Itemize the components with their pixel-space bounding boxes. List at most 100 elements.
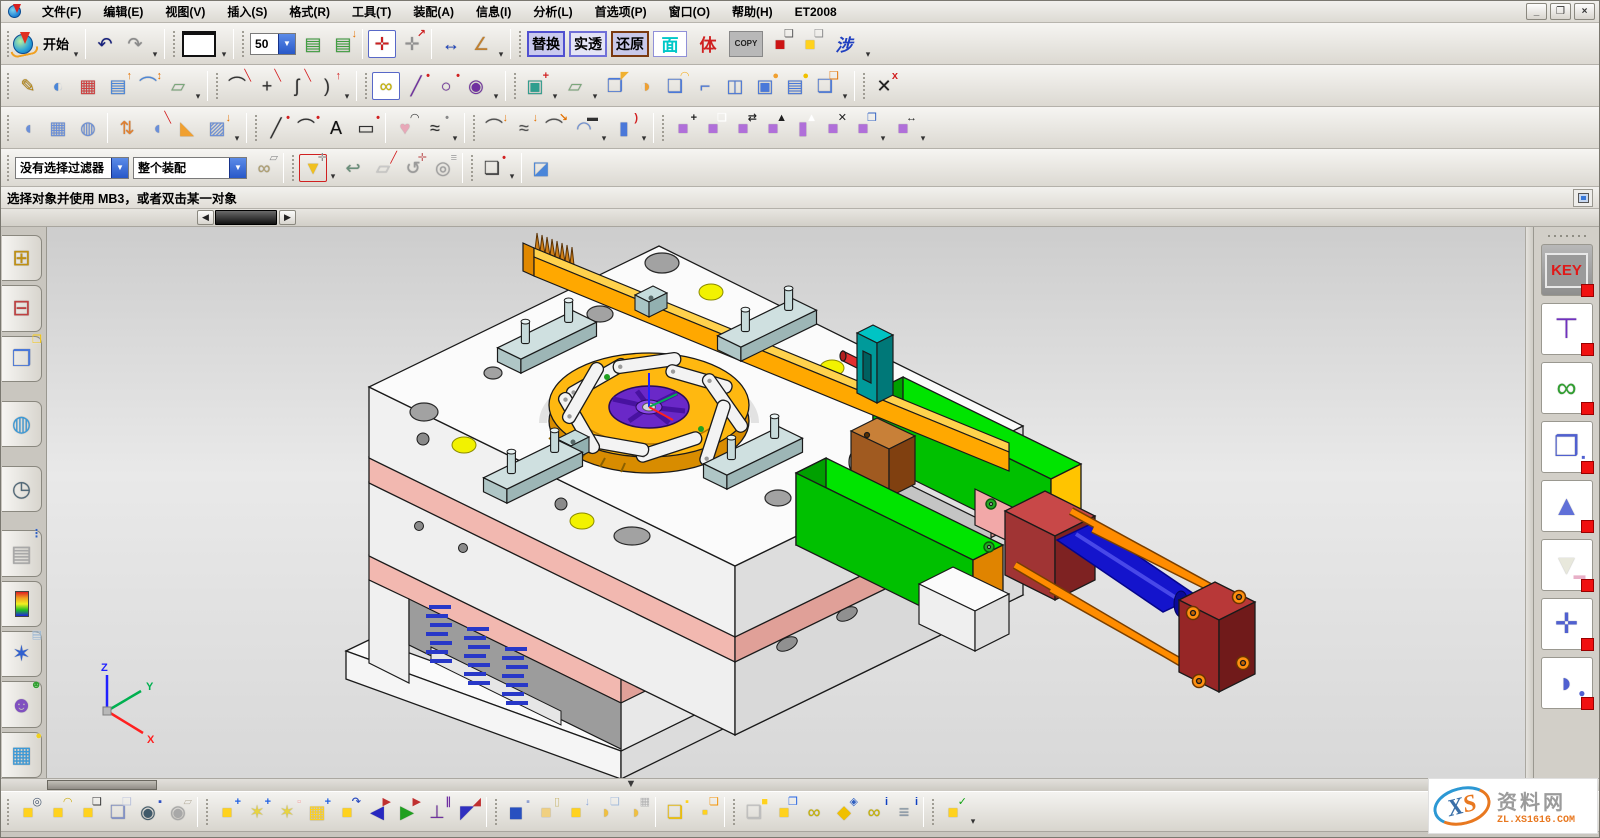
swept-surface-icon[interactable]: ◖ <box>14 114 42 142</box>
bracket-feature-icon[interactable]: ⌐ <box>691 72 719 100</box>
add-component-icon[interactable]: ■+ <box>213 798 241 826</box>
part-clamp-button[interactable]: ◗● <box>1541 657 1593 709</box>
plane-icon[interactable]: ▱ <box>561 72 589 100</box>
mesh-surface-icon[interactable]: ▦ <box>74 72 102 100</box>
restore-button[interactable]: ❐ <box>1550 3 1571 20</box>
eraser-icon[interactable]: ▱╱ <box>369 154 397 182</box>
toolbar-grip[interactable] <box>363 71 368 101</box>
menu-item-1[interactable]: 编辑(E) <box>92 5 154 19</box>
arrangements-icon[interactable]: ■✓ <box>939 798 967 826</box>
rectangle-icon[interactable]: ▭• <box>352 114 380 142</box>
mirror-body-icon[interactable]: ◐ <box>44 72 72 100</box>
toolbar-grip[interactable] <box>5 29 10 59</box>
measure-angle-icon[interactable]: ∠ <box>467 30 495 58</box>
section-surface-icon[interactable]: ◠▬ <box>570 114 598 142</box>
undo-crosshair-icon[interactable]: ↺✛ <box>399 154 427 182</box>
assembly-navigator-icon[interactable]: ⊞ <box>2 235 42 281</box>
toolbar-grip[interactable] <box>214 71 219 101</box>
replace-button[interactable]: 替换 <box>527 31 565 57</box>
feature-caret[interactable]: ▾ <box>840 91 850 106</box>
part-plunger-button[interactable]: ▼▬ <box>1541 539 1593 591</box>
sketch-icon[interactable]: ✎ <box>14 72 42 100</box>
menu-item-6[interactable]: 装配(A) <box>402 5 465 19</box>
project-curve-icon[interactable]: ⌒↓ <box>480 114 508 142</box>
surface-caret[interactable]: ▾ <box>232 133 242 148</box>
app-icon[interactable] <box>7 4 25 20</box>
assembly-constraints-icon[interactable]: ◀▶ <box>363 798 391 826</box>
menu-item-7[interactable]: 信息(I) <box>465 5 522 19</box>
spline-caret[interactable]: ▾ <box>450 133 460 148</box>
see-through-button[interactable]: 实透 <box>569 31 607 57</box>
arc-icon[interactable]: ⌒• <box>292 114 320 142</box>
body-button[interactable]: 体 <box>691 31 725 57</box>
derive-caret[interactable]: ▾ <box>599 133 609 148</box>
structure-info-icon[interactable]: ≡i <box>890 798 918 826</box>
show-constraints-icon[interactable]: ▶▶ <box>393 798 421 826</box>
curve-caret[interactable]: ▾ <box>491 91 501 106</box>
open-component-icon[interactable]: ■◠ <box>44 798 72 826</box>
clip-section-icon[interactable]: ◪ <box>527 154 555 182</box>
toolbar-grip[interactable] <box>469 153 474 183</box>
sequence-icon[interactable]: ■↓ <box>562 798 590 826</box>
save-assembly-icon[interactable]: ◼▪ <box>502 798 530 826</box>
toolbar-grip[interactable] <box>731 797 736 827</box>
curve-s-icon[interactable]: ʃ╲ <box>283 72 311 100</box>
cylinder-end-plate[interactable] <box>1179 582 1255 692</box>
menu-item-5[interactable]: 工具(T) <box>341 5 402 19</box>
rollback-icon[interactable]: ↩ <box>339 154 367 182</box>
system-palette-icon[interactable]: ▤⋮ <box>2 530 42 576</box>
snapshot-disabled-icon[interactable]: ◉▱ <box>164 798 192 826</box>
circle-center-icon[interactable]: ◉ <box>462 72 490 100</box>
extrude-icon[interactable]: ❒◤ <box>601 72 629 100</box>
exploded-view-icon[interactable]: ❏▪ <box>661 798 689 826</box>
custom-group-caret[interactable]: ▾ <box>863 49 873 64</box>
explode-step-icon[interactable]: ▪❏ <box>691 798 719 826</box>
part-green-link-button[interactable]: ∞ <box>1541 362 1593 414</box>
curve-intersect-icon[interactable]: +╲ <box>253 72 281 100</box>
pattern-component-icon[interactable]: ▦+ <box>303 798 331 826</box>
restore-display-button[interactable]: 还原 <box>611 31 649 57</box>
toolbar-grip[interactable] <box>471 113 476 143</box>
undo-icon[interactable]: ↶ <box>91 30 119 58</box>
new-component-icon[interactable]: ✶+ <box>243 798 271 826</box>
linked-curve-icon[interactable]: ∞ <box>372 72 400 100</box>
curve-tangent-icon[interactable]: ⌒╲ <box>223 72 251 100</box>
show-component-icon[interactable]: ■❏ <box>74 798 102 826</box>
scroll-right-button[interactable]: ▶ <box>279 210 296 225</box>
visual-effects-icon[interactable]: ✶▤ <box>2 631 42 677</box>
bottom-scroll-thumb[interactable] <box>47 780 157 790</box>
component-window-icon[interactable]: ■❐ <box>770 798 798 826</box>
datum-plane-icon[interactable]: ▱ <box>164 72 192 100</box>
find-component-icon[interactable]: ■◎ <box>14 798 42 826</box>
toolbar-grip[interactable] <box>240 29 245 59</box>
sew-surface-icon[interactable]: ◖╲ <box>143 114 171 142</box>
hole-icon[interactable]: ▣● <box>751 72 779 100</box>
wcs-orient-icon[interactable]: ✛↗ <box>398 30 426 58</box>
menu-item-3[interactable]: 插入(S) <box>216 5 278 19</box>
start-menu-caret[interactable]: ▾ <box>71 49 81 64</box>
datum-caret[interactable]: ▾ <box>193 91 203 106</box>
wrap-curve-icon[interactable]: ⌒↘ <box>540 114 568 142</box>
selection-scope-combo-arrow[interactable]: ▼ <box>229 158 246 178</box>
layer-settings-icon[interactable]: ▤ <box>299 30 327 58</box>
snap-point-caret[interactable]: ▾ <box>328 171 338 186</box>
show-parent-icon[interactable]: ❏■ <box>740 798 768 826</box>
move-to-layer-icon[interactable]: ▤↓ <box>329 30 357 58</box>
toolbar-grip[interactable] <box>861 71 866 101</box>
scroll-thumb[interactable] <box>215 210 277 225</box>
spline-icon[interactable]: ≈• <box>421 114 449 142</box>
menu-item-10[interactable]: 窗口(O) <box>658 5 721 19</box>
graphics-viewport[interactable]: Z Y X <box>47 227 1525 778</box>
wcs-dynamics-icon[interactable]: ✛ <box>368 30 396 58</box>
revolve-icon[interactable]: ◑ <box>631 72 659 100</box>
boolean-icon[interactable]: ▣+ <box>521 72 549 100</box>
key-palette-button[interactable]: KEY <box>1541 244 1593 296</box>
shell-icon[interactable]: ❑◠ <box>661 72 689 100</box>
materials-icon[interactable]: ▦● <box>2 732 42 778</box>
link-info-icon[interactable]: ∞i <box>860 798 888 826</box>
plane-caret[interactable]: ▾ <box>590 91 600 106</box>
menu-item-0[interactable]: 文件(F) <box>31 5 92 19</box>
copy-face-caret[interactable]: ▾ <box>878 133 888 148</box>
history-icon[interactable]: ◷ <box>2 466 42 512</box>
model-canvas[interactable]: Z Y X <box>47 227 1525 778</box>
